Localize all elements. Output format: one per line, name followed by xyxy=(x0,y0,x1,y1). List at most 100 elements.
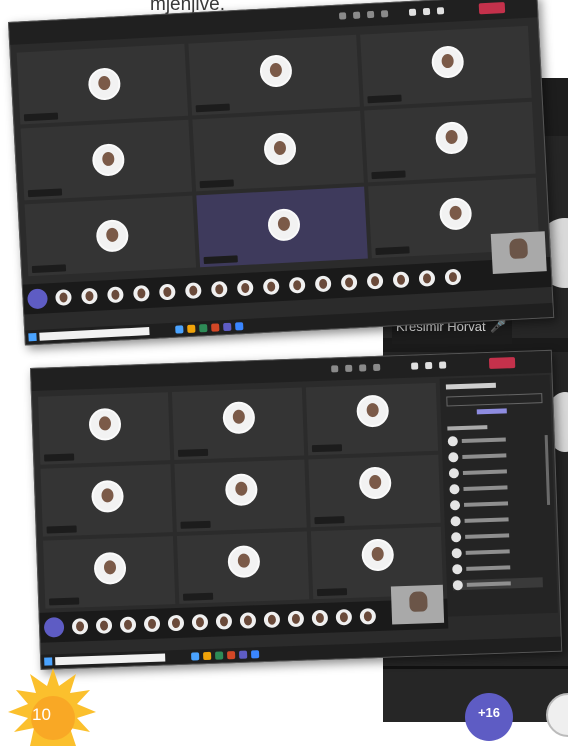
taskbar-app-icon[interactable] xyxy=(211,323,220,332)
video-tile xyxy=(40,464,173,537)
reactions-icon[interactable] xyxy=(366,10,375,19)
participant-avatar xyxy=(224,473,258,507)
taskbar-app-icon[interactable] xyxy=(199,323,208,333)
participant-label xyxy=(44,453,75,462)
participant-name xyxy=(465,533,510,539)
participant-avatar xyxy=(236,279,254,297)
teams-taskbar-icon[interactable] xyxy=(223,322,232,332)
participant-avatar xyxy=(450,516,461,527)
participant-avatar xyxy=(87,67,122,101)
taskbar-app-icon[interactable] xyxy=(175,325,184,334)
taskbar-app-icon[interactable] xyxy=(250,650,260,659)
participant-avatar xyxy=(95,617,113,634)
chat-icon[interactable] xyxy=(352,11,361,19)
participant-name xyxy=(464,517,509,523)
participant-label xyxy=(49,597,80,606)
participant-avatar xyxy=(81,287,98,305)
participant-label xyxy=(31,264,67,274)
participant-row[interactable] xyxy=(450,529,541,543)
participant-avatar xyxy=(434,121,469,155)
video-tile xyxy=(38,392,171,465)
share-icon[interactable] xyxy=(439,361,447,369)
participant-row[interactable] xyxy=(448,449,538,463)
participant-avatar xyxy=(88,407,122,441)
participants-icon[interactable] xyxy=(331,365,339,373)
participant-avatar xyxy=(227,545,261,579)
taskbar-app-icon[interactable] xyxy=(235,322,244,331)
participant-name xyxy=(463,485,508,491)
leave-button[interactable] xyxy=(478,1,506,15)
more-participants-button[interactable] xyxy=(27,288,49,310)
camera-icon[interactable] xyxy=(411,362,419,370)
participant-avatar xyxy=(287,610,305,628)
video-tile xyxy=(16,43,189,125)
participant-avatar xyxy=(107,286,124,304)
participant-avatar xyxy=(143,615,161,633)
reactions-icon[interactable] xyxy=(359,364,367,372)
participant-avatar xyxy=(430,45,465,79)
participants-icon[interactable] xyxy=(338,12,347,20)
participant-avatar xyxy=(263,132,297,166)
participant-name xyxy=(462,469,507,475)
participant-avatar xyxy=(262,278,280,295)
leave-button[interactable] xyxy=(488,357,516,369)
participant-avatar xyxy=(358,466,392,500)
participant-avatar xyxy=(95,219,130,253)
participant-row[interactable] xyxy=(449,481,539,495)
participant-avatar xyxy=(340,274,358,291)
video-tile xyxy=(360,25,532,107)
taskbar-app-icon[interactable] xyxy=(227,651,236,660)
participant-name xyxy=(465,549,510,555)
teams-screenshot-participants xyxy=(30,349,563,670)
participant-avatar xyxy=(191,613,209,631)
participant-avatar xyxy=(158,283,176,301)
panel-scrollbar[interactable] xyxy=(544,434,551,506)
participant-row[interactable] xyxy=(448,465,539,479)
camera-icon[interactable] xyxy=(408,8,417,16)
mic-icon[interactable] xyxy=(422,7,431,16)
participant-label xyxy=(182,592,214,601)
mic-icon[interactable] xyxy=(425,361,433,370)
participant-row[interactable] xyxy=(452,561,542,575)
participant-avatar xyxy=(71,618,89,635)
teams-taskbar-icon[interactable] xyxy=(238,650,248,659)
taskbar-search-input[interactable] xyxy=(55,653,166,666)
taskbar-app-icon[interactable] xyxy=(215,651,224,660)
participant-avatar xyxy=(450,532,462,543)
participant-avatar xyxy=(184,282,202,300)
participants-panel xyxy=(439,374,558,617)
participant-name xyxy=(461,437,506,443)
participant-avatar xyxy=(418,270,436,287)
participant-label xyxy=(180,520,211,529)
taskbar-search-input[interactable] xyxy=(39,327,150,341)
more-participants-button[interactable] xyxy=(43,616,65,638)
share-invite-button[interactable] xyxy=(476,408,507,415)
participant-avatar xyxy=(215,613,233,630)
participant-avatar xyxy=(267,208,301,242)
taskbar-app-icon[interactable] xyxy=(191,652,200,661)
participant-row[interactable] xyxy=(451,545,542,559)
participant-row[interactable] xyxy=(450,513,540,527)
participant-row[interactable] xyxy=(447,433,538,447)
participant-row[interactable] xyxy=(452,577,543,591)
taskbar-app-icon[interactable] xyxy=(187,324,196,334)
windows-start-icon[interactable] xyxy=(44,657,53,666)
participant-avatar xyxy=(447,436,458,447)
sun-badge-icon xyxy=(8,668,96,746)
participant-label xyxy=(177,448,209,457)
chat-icon[interactable] xyxy=(345,364,353,372)
video-tile xyxy=(174,459,307,532)
participant-row[interactable] xyxy=(449,497,540,511)
more-options-icon[interactable] xyxy=(380,10,389,18)
window-divider-bottom xyxy=(383,666,568,669)
video-tile xyxy=(308,454,441,528)
more-participants-button[interactable]: +16 xyxy=(465,693,513,741)
share-icon[interactable] xyxy=(436,7,445,15)
participant-search-input[interactable] xyxy=(446,393,543,407)
more-options-icon[interactable] xyxy=(373,363,381,372)
participant-avatar xyxy=(167,614,185,632)
participant-avatar xyxy=(451,548,462,559)
taskbar-app-icon[interactable] xyxy=(203,651,212,661)
windows-start-icon[interactable] xyxy=(28,332,37,342)
video-tile xyxy=(24,195,197,277)
